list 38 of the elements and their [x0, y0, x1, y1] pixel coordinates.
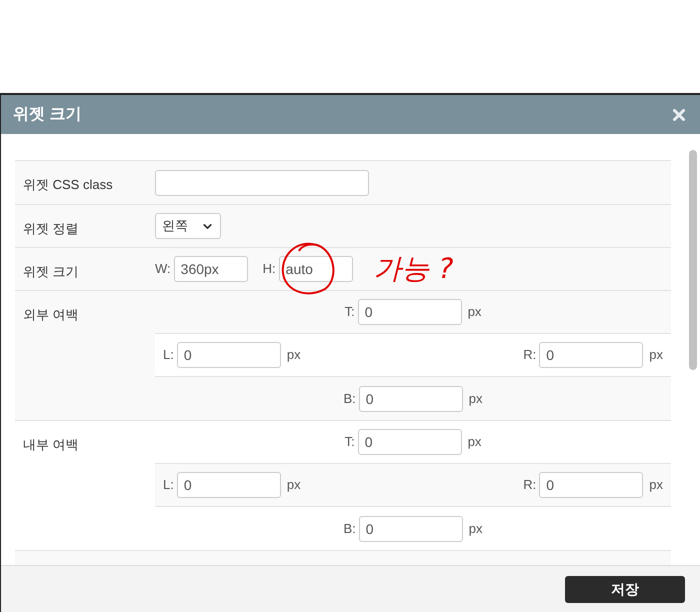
input-field[interactable]: 0	[539, 472, 644, 498]
field-label: 위젯 정렬	[23, 221, 79, 236]
unit-label: px	[468, 390, 483, 408]
unit-label: px	[286, 346, 301, 364]
side-label: L:	[163, 346, 174, 364]
unit-label: px	[468, 433, 482, 452]
field-label: 위젯 CSS class	[23, 177, 113, 192]
unit-label: px	[649, 346, 663, 364]
input-field[interactable]	[155, 170, 369, 196]
field-label: 위젯 크기	[23, 264, 79, 279]
unit-label: px	[468, 303, 482, 322]
side-label: L:	[163, 476, 174, 494]
save-button[interactable]: 저장	[565, 576, 685, 602]
input-field[interactable]: 0	[176, 342, 281, 368]
align-select[interactable]: 왼쪽	[155, 213, 221, 239]
width-label: W:	[155, 260, 171, 278]
unit-label: px	[649, 476, 663, 494]
side-label: T:	[344, 433, 355, 452]
input-field[interactable]: 0	[358, 386, 463, 412]
side-label: T:	[344, 303, 355, 322]
side-label: R:	[523, 346, 536, 364]
side-label: B:	[343, 390, 356, 408]
input-field[interactable]: 0	[358, 516, 463, 542]
height-label: H:	[262, 260, 276, 278]
input-field[interactable]: 0	[176, 472, 281, 498]
field-label: 외부 여백	[23, 307, 79, 322]
input-field[interactable]: 0	[358, 429, 462, 455]
handwritten-note: 가능 ?	[374, 255, 454, 283]
height-field[interactable]: auto	[278, 256, 353, 282]
input-field[interactable]: 0	[358, 299, 462, 325]
width-field[interactable]: 360px	[174, 256, 248, 282]
input-field[interactable]: 0	[539, 342, 644, 368]
side-label: B:	[343, 520, 356, 538]
unit-label: px	[468, 520, 483, 538]
dialog-title: 위젯 크기	[13, 104, 82, 124]
field-label: 내부 여백	[23, 437, 79, 452]
unit-label: px	[286, 476, 301, 494]
side-label: R:	[523, 476, 536, 494]
